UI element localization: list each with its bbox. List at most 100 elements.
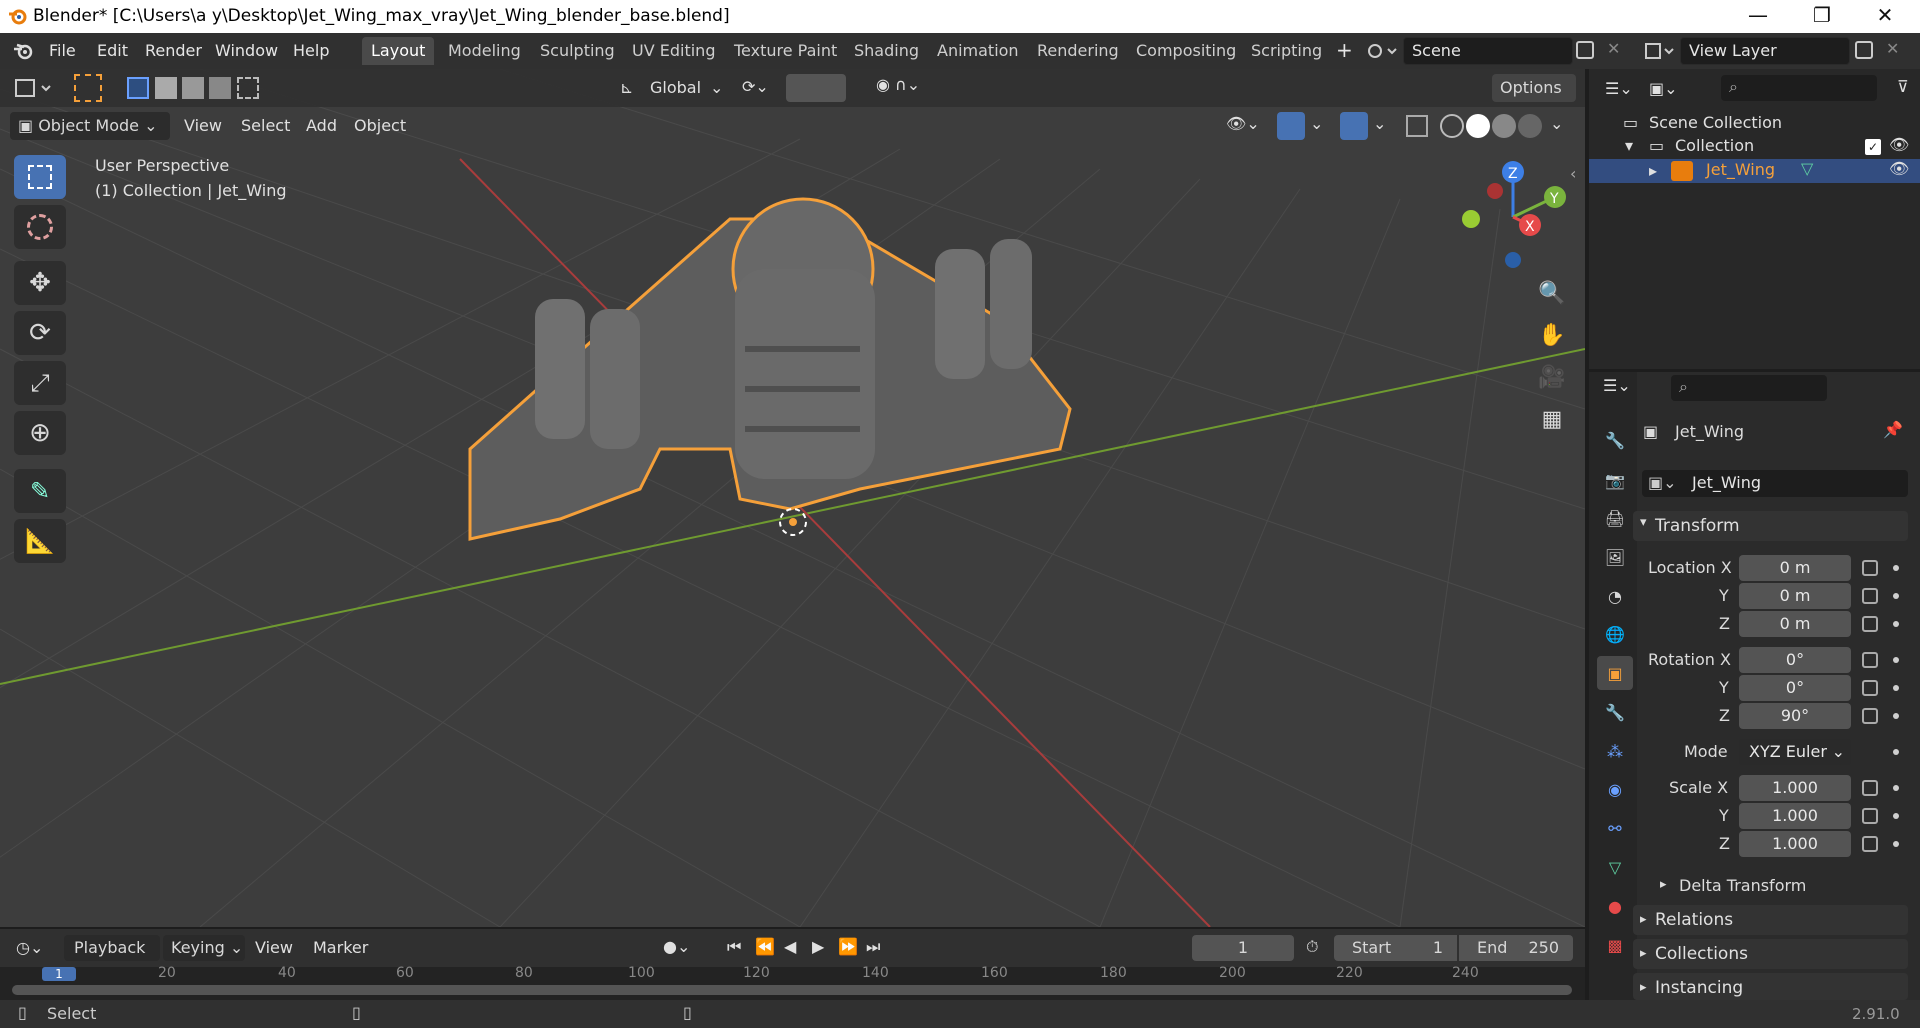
select-intersect-mode-icon[interactable] xyxy=(237,77,259,99)
rotate-tool[interactable]: ⟳ xyxy=(14,311,66,355)
lock-icon[interactable] xyxy=(1862,588,1878,604)
keyframe-dot-icon[interactable] xyxy=(1893,621,1899,627)
navigation-gizmo[interactable]: Z Y X xyxy=(1455,157,1585,277)
3d-viewport[interactable]: ⊾ Global ⌄ ⟳⌄ ◉ ∩⌄ Options ⌄ ▣ Object Mo… xyxy=(0,69,1585,927)
menu-file[interactable]: File xyxy=(49,41,76,60)
object-name-field[interactable]: ▣⌄ Jet_Wing xyxy=(1642,470,1908,497)
timeline-menu-view[interactable]: View xyxy=(255,938,293,957)
timeline-ruler[interactable]: 1 20 40 60 80 100 120 140 160 180 200 22… xyxy=(0,965,1585,1000)
keyframe-dot-icon[interactable] xyxy=(1893,713,1899,719)
collections-panel-header[interactable]: Collections xyxy=(1633,939,1908,969)
lock-icon[interactable] xyxy=(1862,616,1878,632)
outliner-scene-collection[interactable]: Scene Collection xyxy=(1649,113,1782,132)
instancing-panel-header[interactable]: Instancing xyxy=(1633,973,1908,1000)
move-tool[interactable]: ✥ xyxy=(14,261,66,305)
tab-shading[interactable]: Shading xyxy=(845,37,928,65)
viewport-menu-select[interactable]: Select xyxy=(241,116,290,135)
view-layer-selector-icon[interactable] xyxy=(1643,40,1677,62)
material-shading-icon[interactable] xyxy=(1492,114,1516,138)
jump-to-start-icon[interactable]: ⏮ xyxy=(727,937,741,957)
chevron-down-icon[interactable]: ⌄ xyxy=(1373,114,1386,133)
wireframe-shading-icon[interactable] xyxy=(1440,114,1464,138)
lock-icon[interactable] xyxy=(1862,808,1878,824)
select-tool-icon[interactable] xyxy=(74,74,102,102)
new-scene-icon[interactable] xyxy=(1576,41,1594,59)
rotation-mode-dropdown[interactable]: XYZ Euler ⌄ xyxy=(1739,739,1851,765)
record-keyframe-icon[interactable]: ●⌄ xyxy=(663,937,690,956)
tab-rendering[interactable]: Rendering xyxy=(1028,37,1128,65)
overlays-toggle-icon[interactable] xyxy=(1340,112,1368,140)
rotation-z-field[interactable]: 90° xyxy=(1739,703,1851,729)
start-frame-field[interactable]: Start 1 xyxy=(1334,935,1457,961)
orientation-icon[interactable]: ⊾ xyxy=(620,78,633,97)
location-y-field[interactable]: 0 m xyxy=(1739,583,1851,609)
viewport-menu-object[interactable]: Object xyxy=(354,116,406,135)
output-tab-icon[interactable]: 🖨 xyxy=(1597,501,1633,535)
keyframe-dot-icon[interactable] xyxy=(1893,785,1899,791)
keying-menu[interactable]: Keying ⌄ xyxy=(163,935,245,961)
perspective-toggle-icon[interactable]: ▦ xyxy=(1534,401,1570,437)
delta-transform-panel[interactable]: Delta Transform xyxy=(1679,876,1806,895)
particles-tab-icon[interactable]: ⁂ xyxy=(1597,734,1633,768)
jump-to-end-icon[interactable]: ⏭ xyxy=(866,937,880,957)
scene-selector-icon[interactable] xyxy=(1366,40,1400,62)
minimize-button[interactable]: — xyxy=(1730,0,1786,33)
visibility-eye-icon[interactable]: 👁⌄ xyxy=(1226,114,1260,133)
menu-edit[interactable]: Edit xyxy=(97,41,128,60)
visibility-eye-icon[interactable]: 👁 xyxy=(1889,159,1909,178)
tab-scripting[interactable]: Scripting xyxy=(1242,37,1331,65)
tab-sculpting[interactable]: Sculpting xyxy=(531,37,624,65)
select-subtract-mode-icon[interactable] xyxy=(182,77,204,99)
material-tab-icon[interactable]: ● xyxy=(1597,889,1633,923)
mesh-data-icon[interactable]: ▽ xyxy=(1801,159,1813,178)
cursor-tool[interactable] xyxy=(14,205,66,249)
timeline-editor-type-icon[interactable]: ◷⌄ xyxy=(16,938,43,957)
delete-view-layer-icon[interactable]: ✕ xyxy=(1886,39,1899,58)
jump-prev-keyframe-icon[interactable]: ⏪ xyxy=(755,937,775,956)
scale-tool[interactable]: ⤢ xyxy=(14,361,66,405)
editor-type-icon[interactable] xyxy=(14,77,56,99)
tab-layout[interactable]: Layout xyxy=(362,37,435,65)
keyframe-dot-icon[interactable] xyxy=(1893,657,1899,663)
scale-x-field[interactable]: 1.000 xyxy=(1739,775,1851,801)
keyframe-dot-icon[interactable] xyxy=(1893,841,1899,847)
lock-icon[interactable] xyxy=(1862,836,1878,852)
options-dropdown[interactable]: Options ⌄ xyxy=(1492,74,1576,125)
pivot-point-icon[interactable]: ⟳⌄ xyxy=(742,77,769,96)
lock-icon[interactable] xyxy=(1862,680,1878,696)
annotate-tool[interactable]: ✎ xyxy=(14,469,66,513)
xray-toggle-icon[interactable] xyxy=(1406,115,1428,137)
add-workspace-icon[interactable]: + xyxy=(1336,38,1353,62)
collapse-arrow-icon[interactable]: ▾ xyxy=(1625,136,1633,155)
tab-compositing[interactable]: Compositing xyxy=(1127,37,1245,65)
pan-hand-icon[interactable]: ✋ xyxy=(1534,317,1570,353)
location-x-field[interactable]: 0 m xyxy=(1739,555,1851,581)
tab-texture-paint[interactable]: Texture Paint xyxy=(725,37,846,65)
properties-search-input[interactable]: ⌕ xyxy=(1671,375,1827,401)
lock-icon[interactable] xyxy=(1862,652,1878,668)
lock-icon[interactable] xyxy=(1862,560,1878,576)
select-extend-mode-icon[interactable] xyxy=(155,77,177,99)
exclude-checkbox[interactable]: ✓ xyxy=(1865,139,1881,155)
select-new-mode-icon[interactable] xyxy=(127,77,149,99)
lock-icon[interactable] xyxy=(1862,780,1878,796)
current-frame-field[interactable]: 1 xyxy=(1192,935,1294,961)
close-button[interactable]: ✕ xyxy=(1857,0,1913,33)
outliner-search-input[interactable]: ⌕ xyxy=(1721,75,1877,101)
expand-arrow-icon[interactable]: ▸ xyxy=(1649,161,1657,180)
filter-icon[interactable]: ⊽ xyxy=(1897,77,1909,96)
physics-tab-icon[interactable]: ◉ xyxy=(1597,772,1633,806)
location-z-field[interactable]: 0 m xyxy=(1739,611,1851,637)
view-layer-name-field[interactable]: View Layer xyxy=(1680,37,1850,65)
select-box-tool[interactable] xyxy=(14,155,66,199)
chevron-down-icon[interactable]: ⌄ xyxy=(1550,114,1563,133)
keyframe-dot-icon[interactable] xyxy=(1893,685,1899,691)
gizmo-toggle-icon[interactable] xyxy=(1277,112,1305,140)
scene-tab-icon[interactable]: ◔ xyxy=(1597,579,1633,613)
keyframe-dot-icon[interactable] xyxy=(1893,813,1899,819)
tool-tab-icon[interactable]: 🔧 xyxy=(1597,423,1633,457)
proportional-editing-icon[interactable]: ◉ ∩⌄ xyxy=(876,75,920,94)
delete-scene-icon[interactable]: ✕ xyxy=(1607,39,1620,58)
transform-panel-header[interactable]: Transform xyxy=(1633,511,1908,541)
menu-help[interactable]: Help xyxy=(293,41,329,60)
